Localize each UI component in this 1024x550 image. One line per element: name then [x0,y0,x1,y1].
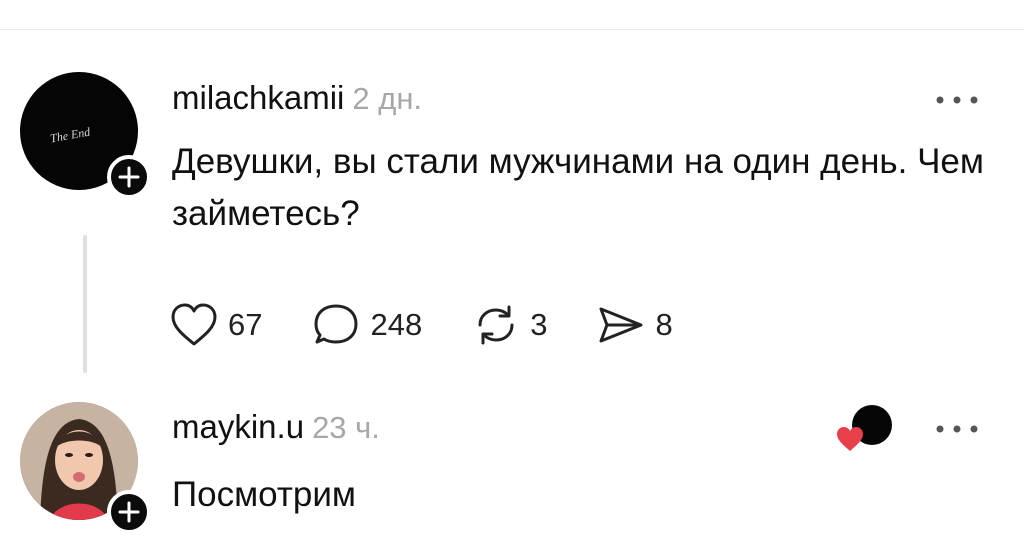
comment-icon [314,304,358,344]
follow-button[interactable] [107,155,151,199]
heart-icon [837,427,863,451]
thread-line [83,235,87,373]
repost-count: 3 [530,307,548,342]
timestamp: 2 дн. [352,81,423,116]
share-count: 8 [655,307,673,342]
repost-button[interactable]: 3 [470,301,547,349]
post-text: Посмотрим [172,475,356,514]
username[interactable]: maykin.u [172,408,304,446]
comment-count: 248 [370,307,423,342]
follow-button[interactable] [107,490,151,534]
more-icon[interactable] [934,423,980,435]
timestamp: 23 ч. [312,410,380,445]
plus-icon [118,501,140,523]
repost-icon [478,305,514,345]
action-bar: 67 248 3 8 [168,301,721,349]
avatar-text: The End [49,124,92,146]
username[interactable]: milachkamii [172,79,344,117]
heart-icon [171,303,217,346]
top-divider [0,29,1024,30]
post-text: Девушки, вы стали мужчинами на один день… [172,142,984,233]
comment-button[interactable]: 248 [310,301,422,349]
share-button[interactable]: 8 [595,301,673,349]
more-icon[interactable] [934,94,980,106]
like-button[interactable]: 67 [168,301,262,349]
like-count: 67 [228,307,263,342]
plus-icon [118,166,140,188]
send-icon [599,307,643,343]
